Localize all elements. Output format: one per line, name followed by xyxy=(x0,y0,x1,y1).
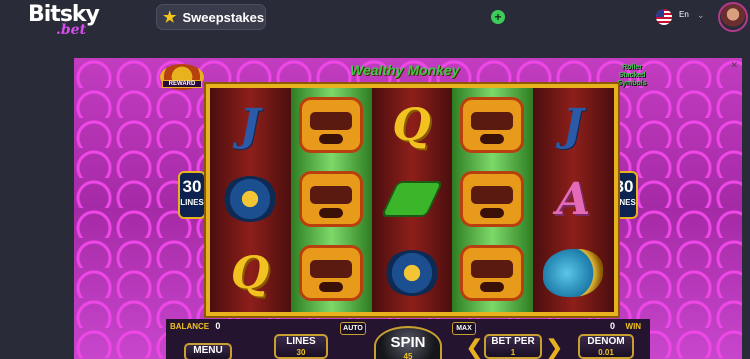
jade-piece-icon xyxy=(380,181,443,217)
denom-button[interactable]: DENOM 0.01 xyxy=(578,334,634,359)
reel-symbol xyxy=(539,242,607,304)
star-icon: ★ xyxy=(163,9,177,26)
spin-value: 45 xyxy=(403,352,413,359)
spin-label: SPIN xyxy=(390,334,426,351)
us-flag-icon[interactable] xyxy=(656,9,672,25)
denom-value: 0.01 xyxy=(598,348,614,357)
win-label: WIN xyxy=(625,322,642,331)
reel-symbol xyxy=(297,168,365,230)
spin-button[interactable]: SPIN 45 xyxy=(374,326,442,359)
letter-a-symbol: A xyxy=(556,173,591,225)
denom-label: DENOM xyxy=(587,336,625,347)
bet-per-button[interactable]: BET PER 1 xyxy=(484,334,542,359)
site-logo-sub: .bet xyxy=(56,22,87,38)
lines-value: 30 xyxy=(296,348,306,357)
reel-symbol xyxy=(297,242,365,304)
reel-symbol xyxy=(378,242,446,304)
balance-display: BALANCE 0 xyxy=(170,321,220,331)
auto-button[interactable]: AUTO xyxy=(340,322,366,335)
monkey-mask-icon xyxy=(298,245,363,301)
menu-button[interactable]: MENU xyxy=(184,343,232,359)
chevron-right-icon[interactable]: ❯ xyxy=(546,338,563,358)
slot-game-canvas[interactable]: REWARD Wealthy Monkey Roller Stacked Sym… xyxy=(74,58,742,359)
chevron-left-icon[interactable]: ❮ xyxy=(466,338,483,358)
top-bar: Bitsky .bet ★ Sweepstakes + En ⌄ xyxy=(0,0,750,38)
reward-label: REWARD xyxy=(162,80,202,88)
plus-circle-icon[interactable]: + xyxy=(491,10,505,24)
reel-symbol xyxy=(458,168,526,230)
sweepstakes-label: Sweepstakes xyxy=(182,9,265,25)
lines-button[interactable]: LINES 30 xyxy=(274,334,328,359)
monkey-mask-icon xyxy=(298,171,363,227)
reel-1: JQ xyxy=(210,88,291,312)
reel-symbol: J xyxy=(539,94,607,156)
lines-label: LINES xyxy=(286,336,316,347)
reel-2 xyxy=(290,88,372,312)
reel-5: JA xyxy=(533,88,614,312)
menu-label: MENU xyxy=(193,345,223,356)
max-button[interactable]: MAX xyxy=(452,322,476,335)
reel-symbol: Q xyxy=(378,94,446,156)
close-icon[interactable]: ✕ xyxy=(730,60,738,71)
win-value: 0 xyxy=(610,321,616,331)
letter-j-symbol: J xyxy=(239,99,261,151)
koi-fish-icon xyxy=(543,249,604,297)
reel-symbol: A xyxy=(539,168,607,230)
reel-3: Q xyxy=(371,88,453,312)
reel-symbol xyxy=(458,94,526,156)
monkey-mask-icon xyxy=(460,171,525,227)
win-display: 0 WIN xyxy=(610,321,641,331)
balance-label: BALANCE xyxy=(170,322,210,331)
letter-j-symbol: J xyxy=(562,99,584,151)
game-title: Wealthy Monkey xyxy=(350,62,460,78)
lines-indicator-left: 30 LINES xyxy=(178,171,206,219)
reel-symbol: J xyxy=(216,94,284,156)
monkey-mask-icon xyxy=(298,97,363,153)
peony-flower-icon xyxy=(222,176,278,222)
reel-symbol: Q xyxy=(216,242,284,304)
reels: JQQJA xyxy=(210,88,614,312)
letter-q-symbol: Q xyxy=(230,247,270,299)
balance-value: 0 xyxy=(215,321,221,331)
sweepstakes-button[interactable]: ★ Sweepstakes xyxy=(156,4,266,30)
reel-symbol xyxy=(378,168,446,230)
bet-per-value: 1 xyxy=(510,348,516,357)
bet-per-label: BET PER xyxy=(491,336,535,347)
monkey-mask-icon xyxy=(460,245,525,301)
lines-word: LINES xyxy=(180,198,204,207)
reel-symbol xyxy=(458,242,526,304)
peony-flower-icon xyxy=(383,250,440,296)
reel-symbol xyxy=(297,94,365,156)
monkey-mask-icon xyxy=(460,97,525,153)
chevron-down-icon[interactable]: ⌄ xyxy=(697,10,705,21)
user-avatar[interactable] xyxy=(718,2,748,32)
letter-q-symbol: Q xyxy=(392,99,431,151)
reel-4 xyxy=(452,88,534,312)
reel-symbol xyxy=(216,168,284,230)
language-label[interactable]: En xyxy=(679,10,689,19)
lines-count: 30 xyxy=(182,177,202,196)
